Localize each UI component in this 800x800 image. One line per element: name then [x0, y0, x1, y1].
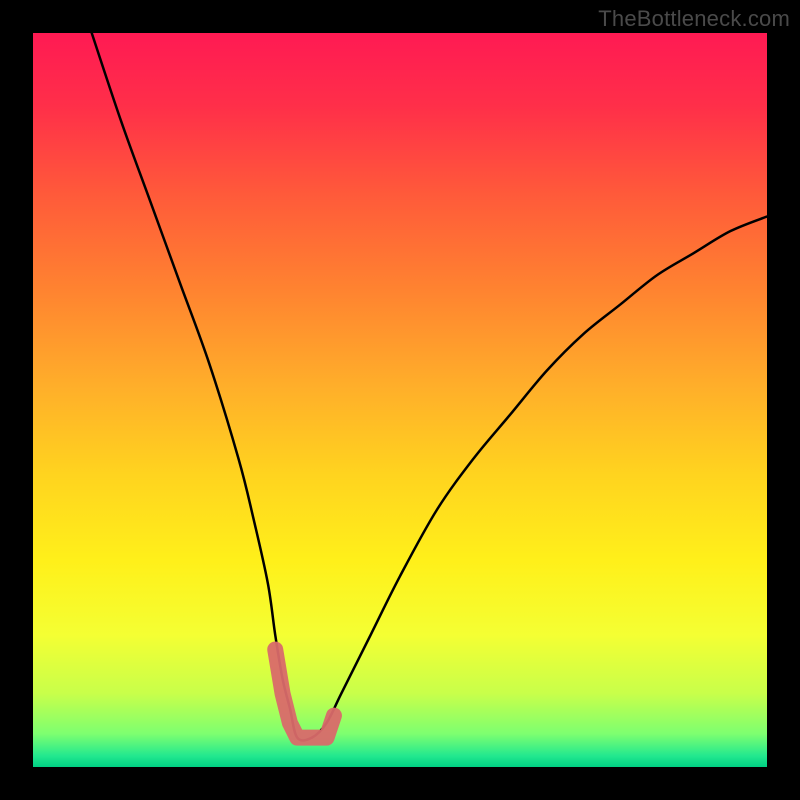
bottleneck-curve	[92, 33, 767, 740]
chart-frame: TheBottleneck.com	[0, 0, 800, 800]
highlight-segment	[275, 650, 334, 738]
plot-area	[33, 33, 767, 767]
watermark-text: TheBottleneck.com	[598, 6, 790, 32]
curve-overlay	[33, 33, 767, 767]
